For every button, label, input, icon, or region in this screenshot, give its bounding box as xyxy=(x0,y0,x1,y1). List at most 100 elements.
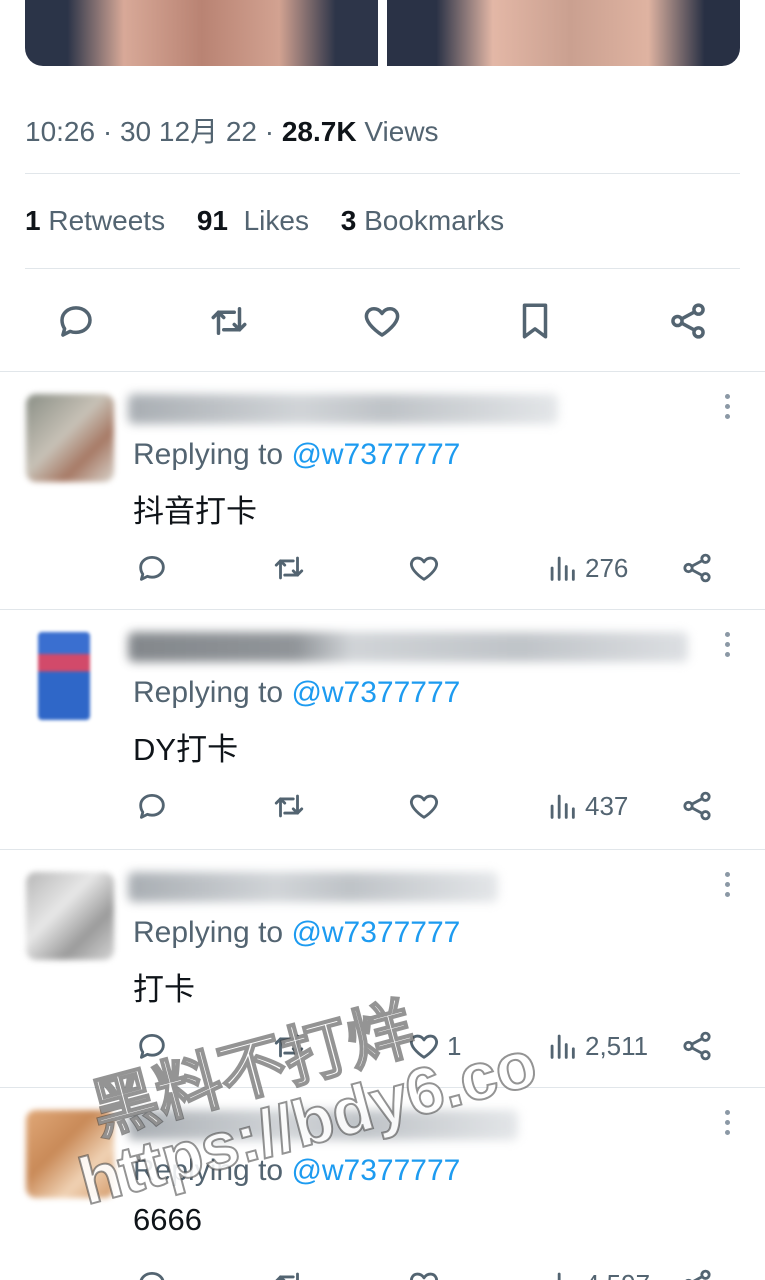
views-button[interactable]: 2,511 xyxy=(545,1026,648,1066)
reply-actions: 437 xyxy=(0,786,765,826)
more-options-icon[interactable] xyxy=(723,632,731,662)
more-options-icon[interactable] xyxy=(723,394,731,424)
author-name-redacted[interactable] xyxy=(128,1110,518,1140)
tweet-action-bar xyxy=(0,290,765,352)
like-icon xyxy=(410,1272,438,1280)
more-options-icon[interactable] xyxy=(723,1110,731,1140)
bookmarks-stat[interactable]: 3 Bookmarks xyxy=(341,205,504,236)
views-count: 437 xyxy=(585,790,629,821)
author-name-redacted[interactable] xyxy=(128,632,688,662)
views-count: 28.7K xyxy=(281,116,357,147)
views-label: Views xyxy=(364,116,439,147)
reply-item[interactable]: Replying to @w7377777 抖音打卡 276 xyxy=(0,372,765,612)
retweet-icon xyxy=(274,1034,304,1058)
retweet-icon xyxy=(275,1272,299,1280)
media-image-right[interactable] xyxy=(387,0,740,66)
reply-actions: 276 xyxy=(0,548,765,588)
retweet-icon xyxy=(274,556,304,580)
views-count: 4,597 xyxy=(585,1269,650,1280)
retweet-button[interactable] xyxy=(272,786,310,826)
like-button[interactable] xyxy=(359,298,405,344)
reply-icon xyxy=(139,1271,165,1280)
like-button[interactable] xyxy=(407,1264,447,1280)
like-button[interactable]: 1 xyxy=(407,1026,461,1066)
retweets-count: 1 xyxy=(25,205,41,236)
views-icon xyxy=(557,1272,561,1280)
like-button[interactable] xyxy=(407,786,447,826)
share-icon xyxy=(683,791,711,821)
reply-text: 6666 xyxy=(133,1202,202,1237)
reply-button[interactable] xyxy=(135,548,173,588)
retweet-button[interactable] xyxy=(272,1026,310,1066)
avatar[interactable] xyxy=(26,394,114,482)
share-icon xyxy=(685,1269,711,1280)
reply-icon xyxy=(139,793,165,819)
bookmarks-count: 3 xyxy=(340,205,357,236)
reply-text: DY打卡 xyxy=(133,732,239,767)
replying-to: Replying to @w7377777 xyxy=(133,676,460,710)
reply-button[interactable] xyxy=(135,1026,173,1066)
retweet-button[interactable] xyxy=(272,1264,310,1280)
reply-handle-link[interactable]: @w7377777 xyxy=(291,1154,460,1187)
reply-button[interactable] xyxy=(135,1264,173,1280)
bookmark-button[interactable] xyxy=(512,298,558,344)
replying-prefix: Replying to xyxy=(133,1154,284,1187)
reply-item[interactable]: Replying to @w7377777 6666 4,597 xyxy=(0,1088,765,1280)
like-count: 1 xyxy=(447,1030,462,1061)
likes-count: 91 xyxy=(196,205,229,236)
bookmark-icon xyxy=(522,303,548,339)
views-count: 2,511 xyxy=(585,1030,649,1061)
replying-prefix: Replying to xyxy=(133,916,284,949)
reply-item[interactable]: Replying to @w7377777 DY打卡 437 xyxy=(0,610,765,850)
share-button[interactable] xyxy=(680,548,718,588)
reply-icon xyxy=(60,306,92,337)
share-button[interactable] xyxy=(680,1264,718,1280)
avatar[interactable] xyxy=(26,872,114,960)
likes-stat[interactable]: 91 Likes xyxy=(197,205,309,236)
avatar[interactable] xyxy=(38,632,90,720)
retweets-stat[interactable]: 1 Retweets xyxy=(25,205,165,236)
retweet-button[interactable] xyxy=(272,548,310,588)
like-button[interactable] xyxy=(407,548,447,588)
replying-to: Replying to @w7377777 xyxy=(133,916,460,950)
more-options-icon[interactable] xyxy=(723,872,731,902)
reply-handle-link[interactable]: @w7377777 xyxy=(291,438,460,471)
reply-button[interactable] xyxy=(135,786,173,826)
reply-text: 打卡 xyxy=(133,972,195,1007)
reply-actions: 1 2,511 xyxy=(0,1026,765,1066)
share-icon xyxy=(671,303,705,339)
reply-actions: 4,597 xyxy=(0,1264,765,1280)
media-strip xyxy=(25,0,740,66)
share-icon xyxy=(683,1031,711,1061)
retweets-label: Retweets xyxy=(48,205,166,236)
share-button[interactable] xyxy=(665,298,711,344)
views-icon xyxy=(550,794,575,819)
tweet-date[interactable]: 30 12月 22 xyxy=(120,116,257,147)
author-name-redacted[interactable] xyxy=(128,872,498,902)
author-name-redacted[interactable] xyxy=(128,394,558,424)
share-button[interactable] xyxy=(680,1026,718,1066)
replying-to: Replying to @w7377777 xyxy=(133,438,460,472)
tweet-time[interactable]: 10:26 xyxy=(25,116,95,147)
views-button[interactable]: 276 xyxy=(545,548,628,588)
retweet-icon xyxy=(274,794,304,818)
reply-item[interactable]: Replying to @w7377777 打卡 1 2,511 xyxy=(0,850,765,1090)
bookmarks-label: Bookmarks xyxy=(364,205,505,236)
views-icon xyxy=(550,1034,575,1059)
views-button[interactable]: 437 xyxy=(545,786,628,826)
views-icon xyxy=(550,556,575,581)
avatar[interactable] xyxy=(26,1110,114,1198)
likes-label: Likes xyxy=(243,205,309,236)
like-icon xyxy=(410,1034,438,1059)
media-image-left[interactable] xyxy=(25,0,378,66)
reply-button[interactable] xyxy=(53,298,99,344)
tweet-stats: 1 Retweets 91 Likes 3 Bookmarks xyxy=(25,205,528,237)
retweet-button[interactable] xyxy=(206,298,252,344)
divider xyxy=(25,173,740,174)
reply-handle-link[interactable]: @w7377777 xyxy=(291,676,460,709)
share-button[interactable] xyxy=(680,786,718,826)
tweet-meta: 10:26 · 30 12月 22 · 28.7K Views xyxy=(25,116,439,147)
views-button[interactable]: 4,597 xyxy=(545,1264,650,1280)
reply-icon xyxy=(139,1033,165,1059)
reply-handle-link[interactable]: @w7377777 xyxy=(291,916,460,949)
